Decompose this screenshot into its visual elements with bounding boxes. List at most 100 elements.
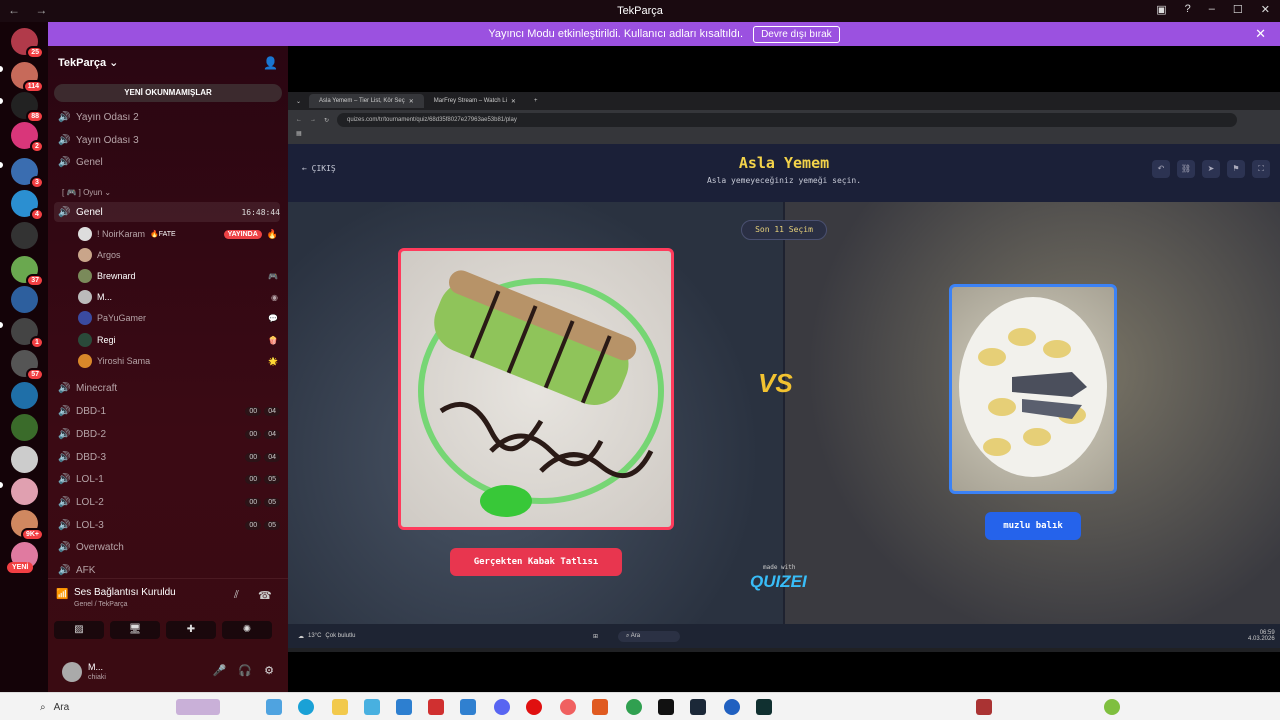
headphones-icon[interactable]: 🎧 [238, 664, 252, 677]
channel-overwatch[interactable]: 🔊 Overwatch [58, 537, 280, 557]
inbox-icon[interactable]: ▣ [1156, 3, 1166, 16]
discord-icon[interactable] [494, 699, 510, 715]
app-icon[interactable] [658, 699, 674, 715]
channel-lol-1[interactable]: 🔊 LOL-1 00 05 [58, 469, 280, 489]
voice-location[interactable]: Genel / TekParça [74, 601, 128, 608]
opera-gx-icon[interactable] [560, 699, 576, 715]
opera-icon[interactable] [526, 699, 542, 715]
username[interactable]: M... [88, 662, 103, 672]
quizei-logo[interactable]: QUIZEI [750, 572, 807, 592]
channel-lol-3[interactable]: 🔊 LOL-3 00 05 [58, 515, 280, 535]
right-choice-button[interactable]: muzlu balık [985, 512, 1081, 540]
server-icon[interactable]: 3 [11, 158, 44, 189]
server-icon[interactable] [11, 382, 38, 409]
app-icon[interactable] [724, 699, 740, 715]
voice-user[interactable]: Argos [78, 245, 278, 265]
camera-off-button[interactable]: ▨ [54, 621, 104, 639]
avatar[interactable] [62, 662, 82, 682]
app-icon[interactable] [396, 699, 412, 715]
server-icon[interactable]: 2 [11, 122, 44, 153]
channel-dbd-1[interactable]: 🔊 DBD-1 00 04 [58, 401, 280, 421]
soundboard-button[interactable]: ✺ [222, 621, 272, 639]
url-input[interactable]: quizes.com/tr/tournament/quiz/68d35f8027… [337, 113, 1238, 127]
channel-yayin-odasi-2[interactable]: 🔊 Yayın Odası 2 [58, 107, 280, 127]
server-icon[interactable]: 88 [11, 92, 44, 123]
chrome-icon[interactable] [626, 699, 642, 715]
server-icon[interactable] [11, 286, 38, 313]
settings-gear-icon[interactable]: ⚙ [264, 664, 274, 677]
left-choice-button[interactable]: Gerçekten Kabak Tatlısı [450, 548, 622, 576]
new-unread-button[interactable]: YENİ OKUNMAMIŞLAR [54, 84, 282, 102]
channel-dbd-2[interactable]: 🔊 DBD-2 00 04 [58, 424, 280, 444]
flag-icon[interactable]: ⚑ [1227, 160, 1245, 178]
server-icon[interactable]: 4 [11, 190, 44, 221]
forward-icon[interactable]: → [310, 117, 316, 123]
server-icon[interactable]: 9K+ [11, 510, 44, 541]
channel-genel[interactable]: 🔊 Genel [58, 152, 280, 172]
minimize-button[interactable]: – [1209, 3, 1215, 16]
server-icon[interactable]: 57 [11, 350, 44, 381]
back-icon[interactable]: ← [296, 117, 302, 123]
right-choice-image[interactable] [949, 284, 1117, 494]
file-explorer-icon[interactable] [332, 699, 348, 715]
nav-arrows[interactable]: ← → [8, 3, 53, 17]
browser-tab-active[interactable]: Asla Yemem – Tier List, Kör Seç ✕ [309, 94, 424, 108]
taskbar-search[interactable]: ⌕ Ara [618, 630, 681, 642]
fullscreen-icon[interactable]: ⛶ [1252, 160, 1270, 178]
maximize-button[interactable]: ☐ [1233, 3, 1243, 16]
undo-icon[interactable]: ↶ [1152, 160, 1170, 178]
close-banner-icon[interactable]: ✕ [1255, 26, 1266, 42]
reload-icon[interactable]: ↻ [324, 117, 329, 124]
help-icon[interactable]: ? [1185, 3, 1191, 16]
server-icon[interactable] [11, 222, 38, 249]
channel-dbd-3[interactable]: 🔊 DBD-3 00 04 [58, 447, 280, 467]
server-icon[interactable] [11, 478, 38, 505]
close-button[interactable]: ✕ [1261, 3, 1270, 16]
voice-user[interactable]: Regi 🍿 [78, 330, 278, 350]
disable-streamer-mode-button[interactable]: Devre dışı bırak [753, 25, 840, 43]
invite-icon[interactable]: 👤 [263, 56, 278, 70]
server-icon[interactable] [11, 414, 38, 441]
app-icon[interactable] [460, 699, 476, 715]
copilot-icon[interactable] [266, 699, 282, 715]
windows-start-icon[interactable]: ⊞ [593, 633, 598, 640]
steam-icon[interactable] [690, 699, 706, 715]
left-choice-image[interactable] [398, 248, 674, 530]
screen-share-button[interactable]: 🖥 [110, 621, 160, 639]
server-icon[interactable]: 114 [11, 62, 44, 93]
voice-status[interactable]: Ses Bağlantısı Kuruldu [74, 587, 176, 598]
noise-suppression-icon[interactable]: ⫽ [234, 589, 239, 602]
channel-genel-selected[interactable]: 🔊 Genel 16:48:44 [54, 202, 280, 222]
category-oyun[interactable]: [ 🎮 ] Oyun ⌄ [62, 188, 111, 197]
server-icon[interactable]: 1 [11, 318, 44, 349]
app-icon[interactable] [428, 699, 444, 715]
voice-user[interactable]: ! NoirKaram 🔥FATE YAYINDA 🔥 [78, 224, 278, 244]
voice-user[interactable]: Yiroshi Sama 🌟 [78, 351, 278, 371]
tray-icon[interactable] [1104, 699, 1120, 715]
channel-yayin-odasi-3[interactable]: 🔊 Yayın Odası 3 [58, 130, 280, 150]
app-icon[interactable] [592, 699, 608, 715]
disconnect-icon[interactable]: ☎ [258, 589, 272, 602]
browser-tab[interactable]: MarFrey Stream – Watch Li ✕ [424, 94, 526, 108]
new-tab-icon[interactable]: + [526, 98, 546, 104]
voice-user[interactable]: M... ◉ [78, 287, 278, 307]
app-icon[interactable] [364, 699, 380, 715]
browser-tab-strip: ⌄ Asla Yemem – Tier List, Kör Seç ✕ MarF… [288, 92, 1280, 110]
edge-icon[interactable] [298, 699, 314, 715]
app-icon[interactable] [756, 699, 772, 715]
tray-icon[interactable] [976, 699, 992, 715]
share-icon[interactable]: ➤ [1202, 160, 1220, 178]
microphone-icon[interactable]: 🎤 [213, 664, 227, 677]
voice-user[interactable]: PaYuGamer 💬 [78, 308, 278, 328]
server-icon[interactable] [11, 446, 38, 473]
server-icon[interactable]: 37 [11, 256, 44, 287]
channel-afk[interactable]: 🔊 AFK [58, 560, 280, 580]
activity-button[interactable]: ✚ [166, 621, 216, 639]
voice-user[interactable]: Brewnard 🎮 [78, 266, 278, 286]
channel-minecraft[interactable]: 🔊 Minecraft [58, 378, 280, 398]
channel-lol-2[interactable]: 🔊 LOL-2 00 05 [58, 492, 280, 512]
tab-menu-icon[interactable]: ⌄ [288, 98, 309, 105]
home-button[interactable]: 25 [11, 28, 44, 59]
server-name[interactable]: TekParça ⌄ [58, 56, 118, 69]
link-icon[interactable]: ⛓ [1177, 160, 1195, 178]
